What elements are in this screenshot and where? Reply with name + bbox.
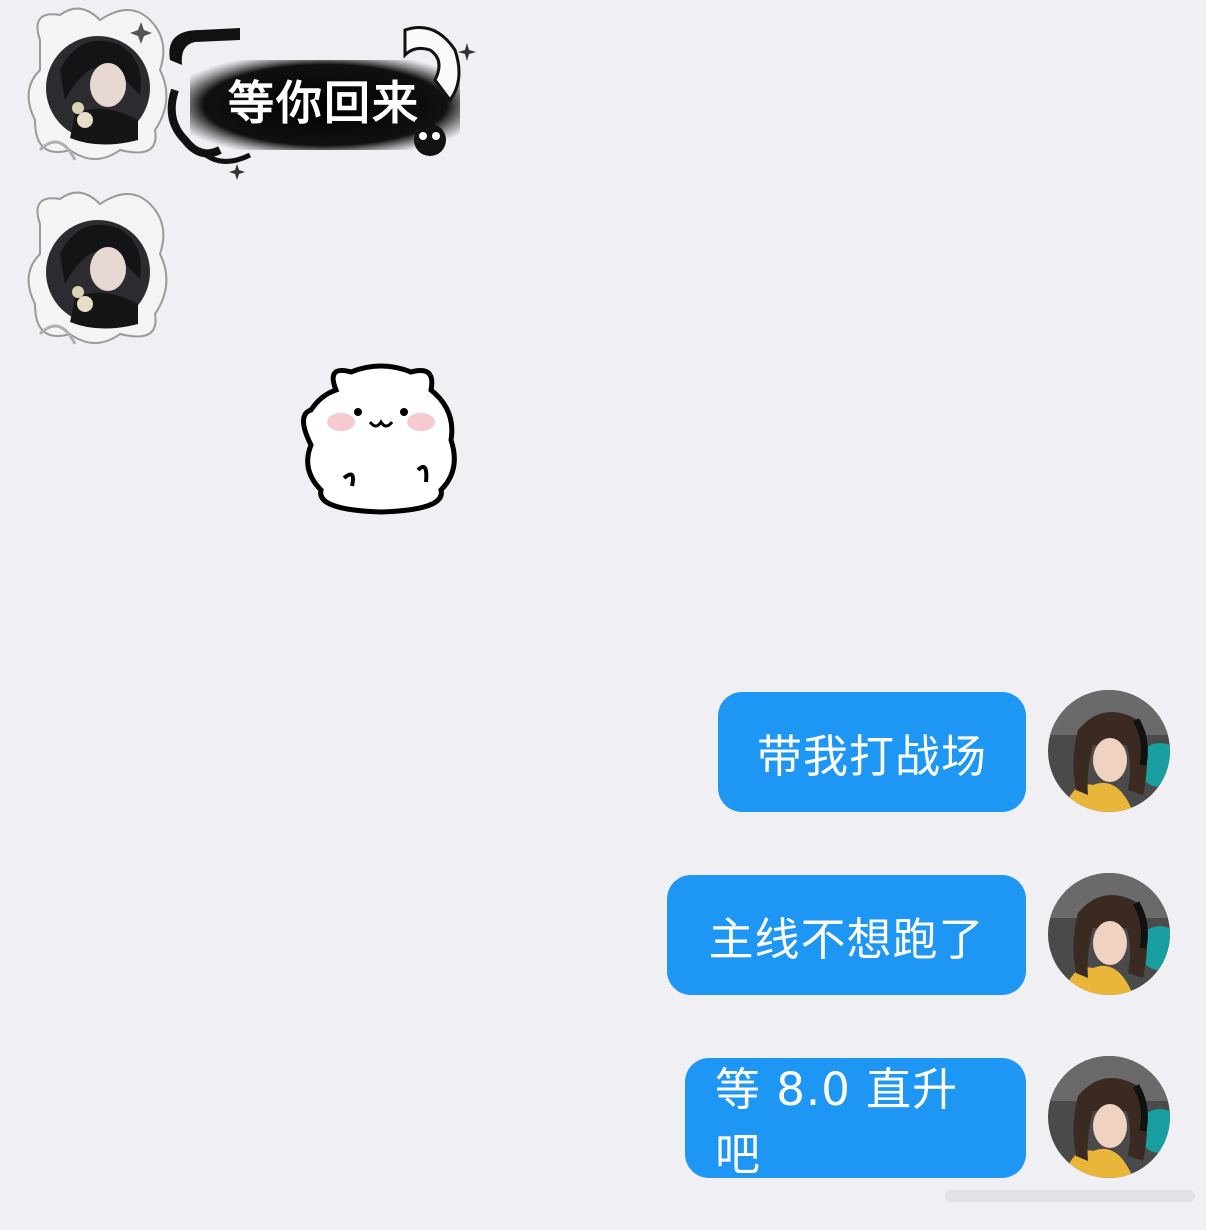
user-avatar-icon <box>1048 1056 1170 1178</box>
my-avatar[interactable] <box>1048 873 1170 995</box>
anime-avatar-icon <box>27 191 168 345</box>
watermark <box>945 1186 1195 1206</box>
watermark-icon <box>945 1190 1195 1202</box>
sender-avatar[interactable] <box>20 184 170 352</box>
sticker-caption: 等你回来 <box>228 76 420 130</box>
waiting-sticker[interactable]: 等你回来 <box>160 20 480 180</box>
white-bear-sticker-icon <box>301 363 457 515</box>
outgoing-message-bubble[interactable]: 主线不想跑了 <box>667 875 1026 995</box>
bear-sticker[interactable] <box>296 360 466 520</box>
user-avatar-icon <box>1048 873 1170 995</box>
my-avatar[interactable] <box>1048 1056 1170 1178</box>
anime-avatar-icon <box>27 7 168 161</box>
user-avatar-icon <box>1048 690 1170 812</box>
outgoing-message-bubble[interactable]: 带我打战场 <box>718 692 1026 812</box>
sender-avatar[interactable] <box>20 0 170 168</box>
my-avatar[interactable] <box>1048 690 1170 812</box>
outgoing-message-bubble[interactable]: 等 8.0 直升吧 <box>685 1058 1026 1181</box>
